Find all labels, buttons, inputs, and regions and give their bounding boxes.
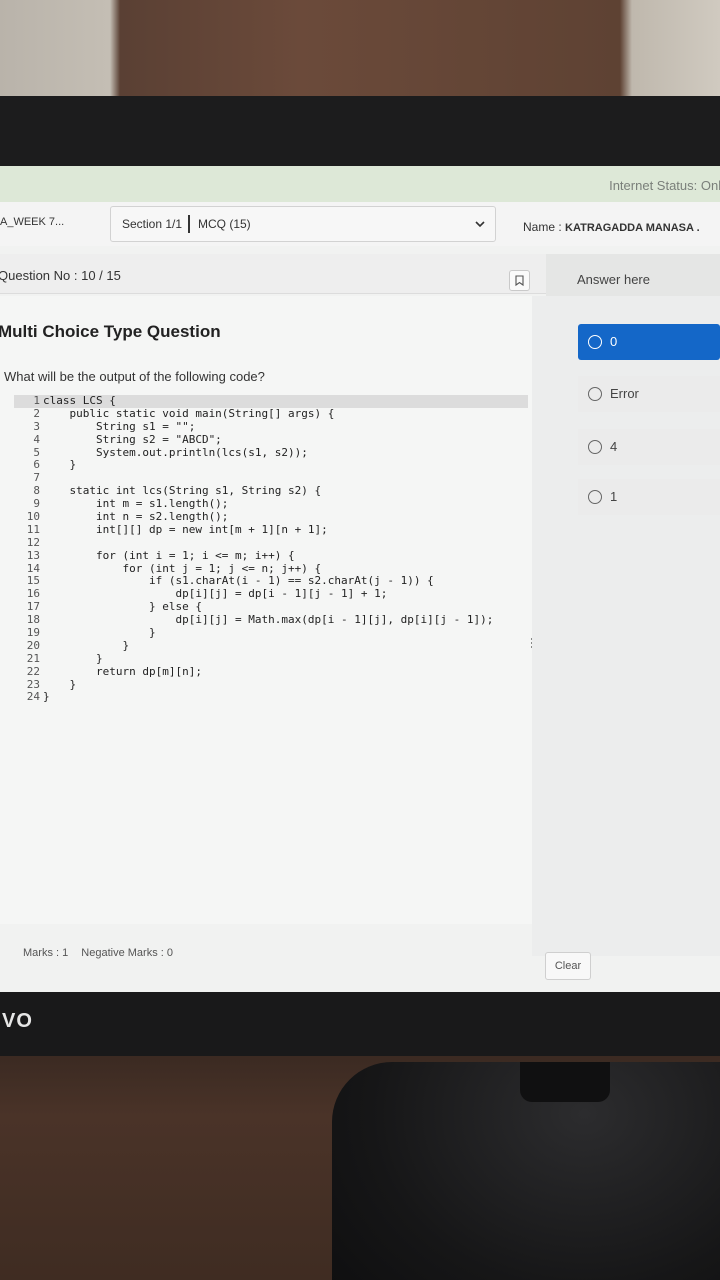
bookmark-button[interactable] bbox=[509, 270, 530, 291]
code-text: return dp[m][n]; bbox=[43, 664, 202, 678]
code-text: } bbox=[43, 638, 130, 652]
code-line: 1 class LCS { bbox=[14, 394, 528, 408]
code-text: String s2 = "ABCD"; bbox=[43, 432, 222, 446]
course-title[interactable]: A_WEEK 7... bbox=[0, 216, 64, 228]
candidate-name-label: Name : bbox=[523, 220, 562, 234]
status-bar: Internet Status: Onli bbox=[0, 166, 720, 202]
line-number: 20 bbox=[26, 638, 40, 652]
answer-title: Answer here bbox=[577, 272, 650, 287]
code-line: 2 public static void main(String[] args)… bbox=[14, 406, 528, 421]
radio-icon[interactable] bbox=[588, 335, 602, 349]
line-number: 12 bbox=[26, 535, 40, 549]
answer-option-label: Error bbox=[610, 386, 639, 401]
code-text: } bbox=[43, 651, 103, 665]
answer-option[interactable]: 0 bbox=[578, 324, 720, 360]
code-line: 13 for (int i = 1; i <= m; i++) { bbox=[14, 548, 528, 563]
clear-button[interactable]: Clear bbox=[545, 952, 591, 980]
internet-status: Internet Status: Onli bbox=[609, 178, 720, 193]
question-number: Question No : 10 / 15 bbox=[0, 268, 121, 283]
line-number: 3 bbox=[33, 419, 40, 433]
answer-option[interactable]: 4 bbox=[578, 429, 720, 465]
code-text: String s1 = ""; bbox=[43, 419, 196, 433]
radio-icon[interactable] bbox=[588, 490, 602, 504]
line-number: 10 bbox=[26, 510, 40, 524]
line-number: 1 bbox=[33, 394, 40, 407]
monitor-bezel-top bbox=[0, 96, 720, 166]
code-line: 21 } bbox=[14, 651, 528, 666]
code-line: 19 } bbox=[14, 626, 528, 640]
line-number: 24 bbox=[26, 690, 40, 704]
radio-icon[interactable] bbox=[588, 440, 602, 454]
code-line: 3 String s1 = ""; bbox=[14, 419, 528, 434]
code-text: public static void main(String[] args) { bbox=[43, 406, 335, 420]
code-line: 4 String s2 = "ABCD"; bbox=[14, 432, 528, 447]
answer-option[interactable]: 1 bbox=[578, 479, 720, 515]
background-wall bbox=[0, 0, 720, 100]
line-number: 4 bbox=[33, 432, 40, 446]
section-label: Section 1/1 bbox=[122, 217, 183, 231]
line-number: 13 bbox=[26, 548, 40, 562]
code-text: System.out.println(lcs(s1, s2)); bbox=[43, 445, 308, 459]
section-mcq-count: MCQ (15) bbox=[198, 217, 251, 231]
answer-option-label: 0 bbox=[610, 334, 618, 349]
negative-marks: Negative Marks : 0 bbox=[81, 947, 173, 959]
question-type: Multi Choice Type Question bbox=[0, 322, 221, 341]
question-text: What will be the output of the following… bbox=[4, 369, 265, 384]
code-text: } bbox=[43, 690, 50, 704]
candidate-name: Name : KATRAGADDA MANASA . bbox=[523, 220, 700, 234]
code-text: for (int i = 1; i <= m; i++) { bbox=[43, 548, 295, 562]
code-line: 23 } bbox=[14, 678, 528, 692]
marks-info: Marks : 1 Negative Marks : 0 bbox=[23, 947, 183, 959]
code-line: 12 bbox=[14, 535, 528, 550]
marks: Marks : 1 bbox=[23, 947, 69, 959]
code-line: 6 } bbox=[14, 459, 528, 472]
answer-option[interactable]: Error bbox=[578, 376, 720, 412]
code-line: 24} bbox=[14, 691, 528, 704]
exam-screen: Internet Status: Onli A_WEEK 7... Sectio… bbox=[0, 166, 720, 994]
code-line: 22 return dp[m][n]; bbox=[14, 664, 528, 679]
code-line: 5 System.out.println(lcs(s1, s2)); bbox=[14, 445, 528, 460]
monitor-bezel-bottom bbox=[0, 992, 720, 1056]
candidate-name-value: KATRAGADDA MANASA . bbox=[565, 222, 700, 234]
code-line: 20 } bbox=[14, 638, 528, 653]
code-line: 10 int n = s2.length(); bbox=[14, 510, 528, 524]
code-block: 1 class LCS {2 public static void main(St… bbox=[14, 394, 528, 704]
line-number: 19 bbox=[26, 626, 40, 640]
answer-option-label: 1 bbox=[610, 489, 618, 504]
section-divider bbox=[188, 215, 190, 233]
line-number: 11 bbox=[26, 522, 40, 536]
code-line: 11 int[][] dp = new int[m + 1][n + 1]; bbox=[14, 522, 528, 537]
code-text: int[][] dp = new int[m + 1][n + 1]; bbox=[43, 522, 328, 536]
bookmark-icon bbox=[515, 275, 524, 287]
radio-icon[interactable] bbox=[588, 387, 602, 401]
answer-option-label: 4 bbox=[610, 439, 618, 454]
code-text: } bbox=[43, 458, 77, 472]
line-number: 2 bbox=[33, 406, 40, 420]
line-number: 22 bbox=[26, 664, 40, 678]
monitor-stand-neck bbox=[520, 1062, 610, 1102]
code-text: class LCS { bbox=[43, 394, 116, 407]
code-text: int n = s2.length(); bbox=[43, 510, 229, 524]
section-dropdown[interactable]: Section 1/1 MCQ (15) bbox=[110, 206, 496, 242]
chevron-down-icon bbox=[475, 221, 485, 228]
code-text: } bbox=[43, 626, 156, 640]
line-number: 21 bbox=[26, 651, 40, 665]
monitor-brand-logo: VO bbox=[2, 1010, 33, 1032]
